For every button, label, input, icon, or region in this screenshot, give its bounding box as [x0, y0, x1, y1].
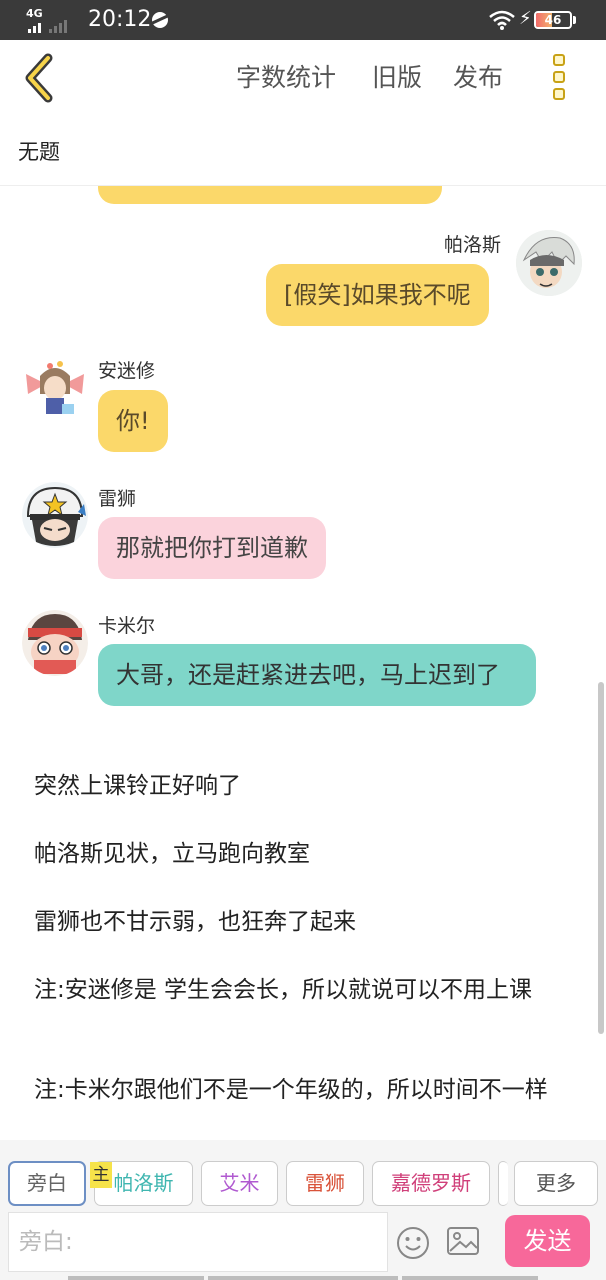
battery-icon: 46 [534, 11, 572, 29]
status-bar: 4G 20:12 ⚡ 46 [0, 0, 606, 40]
narration-line: 注:卡米尔跟他们不是一个年级的，所以时间不一样 [34, 1077, 548, 1103]
word-count-button[interactable]: 字数统计 [236, 62, 336, 94]
character-chip-jiadeluosi[interactable]: 嘉德罗斯 [372, 1161, 490, 1206]
message-bubble[interactable]: 那就把你打到道歉 [98, 517, 326, 579]
image-icon[interactable] [446, 1226, 480, 1256]
old-version-button[interactable]: 旧版 [372, 62, 422, 94]
message-input[interactable] [8, 1212, 388, 1272]
speaker-name: 安迷修 [98, 360, 156, 382]
chevron-left-icon [25, 53, 53, 103]
composer: 发送 [0, 1210, 606, 1280]
host-badge: 主 [90, 1162, 112, 1188]
narration-line: 注:安迷修是 学生会会长，所以就说可以不用上课 [34, 977, 533, 1003]
character-chip-partial[interactable] [498, 1161, 508, 1206]
network-type: 4G [26, 7, 43, 20]
speaker-name: 雷狮 [98, 488, 137, 510]
character-chip-aimi[interactable]: 艾米 [201, 1161, 278, 1206]
charging-icon: ⚡ [519, 8, 532, 29]
character-selector: 旁白 帕洛斯 主 艾米 雷狮 嘉德罗斯 更多 [0, 1140, 606, 1210]
document-title[interactable]: 无题 [18, 136, 60, 166]
editor-toolbar: 字数统计 旧版 发布 [0, 40, 606, 116]
back-button[interactable] [18, 52, 62, 104]
wifi-icon [489, 10, 515, 30]
message-bubble[interactable]: [假笑]如果我不呢 [266, 264, 489, 326]
chat-scrollbar[interactable] [598, 682, 604, 1034]
signal-icon [28, 20, 67, 33]
narration-line: 突然上课铃正好响了 [34, 773, 241, 799]
battery-percent: 46 [544, 13, 562, 27]
narration-line: 雷狮也不甘示弱，也狂奔了起来 [34, 909, 356, 935]
message-bubble[interactable]: 你! [98, 390, 168, 452]
avatar-leishi[interactable] [22, 482, 88, 548]
character-chip-narrator[interactable]: 旁白 [8, 1161, 86, 1206]
avatar-palos[interactable] [516, 230, 582, 296]
smiley-icon[interactable] [396, 1226, 430, 1260]
speaker-name: 卡米尔 [98, 615, 156, 637]
message-bubble[interactable]: 大哥，还是赶紧进去吧，马上迟到了 [98, 644, 536, 706]
bottom-divider [0, 1276, 606, 1280]
avatar-kamier[interactable] [22, 610, 88, 676]
more-characters-button[interactable]: 更多 [514, 1161, 598, 1206]
narration-line: 帕洛斯见状，立马跑向教室 [34, 841, 310, 867]
more-vertical-icon[interactable] [548, 54, 570, 104]
character-chip-leishi[interactable]: 雷狮 [286, 1161, 364, 1206]
publish-button[interactable]: 发布 [453, 62, 503, 94]
previous-bubble [98, 186, 442, 204]
avatar-anmixiu[interactable] [22, 354, 88, 420]
chat-area[interactable]: 帕洛斯 [假笑]如果我不呢 安迷修 你! 雷狮 那就把你打到道歉 卡米尔 大哥，… [0, 186, 606, 1140]
send-button[interactable]: 发送 [505, 1215, 590, 1267]
app-notification-icon [152, 12, 168, 28]
title-row: 无题 [0, 116, 606, 186]
speaker-name: 帕洛斯 [444, 234, 502, 256]
clock: 20:12 [88, 7, 152, 32]
